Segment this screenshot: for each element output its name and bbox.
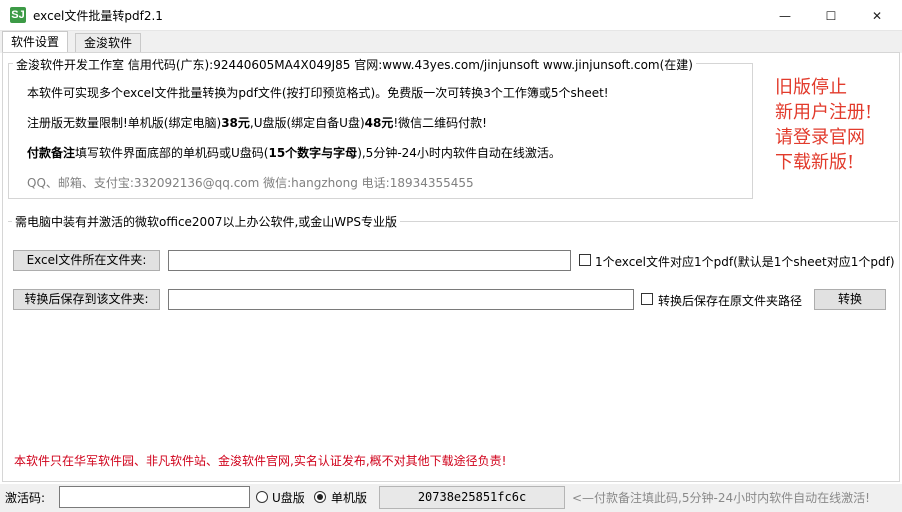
maximize-button[interactable]: ☐ [808, 0, 854, 31]
one-pdf-per-file-checkbox[interactable] [579, 254, 591, 266]
contact-line: QQ、邮箱、支付宝:332092136@qq.com 微信:hangzhong … [27, 176, 474, 190]
info-line-2-text-2: ,U盘版(绑定自备U盘) [249, 116, 365, 130]
window-title: excel文件批量转pdf2.1 [33, 9, 163, 23]
minimize-icon: — [779, 8, 791, 23]
settings-panel: 金浚软件开发工作室 信用代码(广东):92440605MA4X049J85 官网… [2, 52, 900, 482]
code-format: 15个数字与字母 [268, 146, 358, 160]
usb-version-radio[interactable] [256, 491, 268, 503]
activation-bar: 激活码: U盘版 单机版 20738e25851fc6c <—付款备注填此码,5… [0, 484, 902, 512]
price-pc: 38元 [221, 116, 250, 130]
upgrade-notice: 旧版停止 新用户注册! 请登录官网 下载新版! [775, 75, 895, 175]
one-pdf-per-file-label: 1个excel文件对应1个pdf(默认是1个sheet对应1个pdf) [595, 255, 895, 269]
source-folder-button[interactable]: Excel文件所在文件夹: [13, 250, 160, 271]
notice-line-3: 请登录官网 [775, 127, 865, 148]
payment-note-label: 付款备注 [27, 146, 76, 160]
pc-version-radio[interactable] [314, 491, 326, 503]
close-button[interactable]: ✕ [854, 0, 900, 31]
info-group-legend: 金浚软件开发工作室 信用代码(广东):92440605MA4X049J85 官网… [13, 56, 696, 73]
info-group: 金浚软件开发工作室 信用代码(广东):92440605MA4X049J85 官网… [8, 56, 753, 199]
activation-code-input[interactable] [59, 486, 250, 508]
maximize-icon: ☐ [825, 8, 837, 23]
pc-version-label: 单机版 [331, 491, 368, 505]
minimize-button[interactable]: — [762, 0, 808, 31]
notice-line-4: 下载新版! [775, 152, 855, 173]
info-line-3-text: 填写软件界面底部的单机码或U盘码( [75, 146, 269, 160]
convert-button[interactable]: 转换 [814, 289, 886, 310]
price-usb: 48元 [364, 116, 394, 130]
source-folder-input[interactable] [168, 250, 571, 271]
notice-line-1: 旧版停止 [775, 77, 847, 98]
convert-group-legend: 需电脑中装有并激活的微软office2007以上办公软件,或金山WPS专业版 [12, 213, 400, 230]
tab-bar: 软件设置 金浚软件 [0, 31, 902, 53]
app-icon: SJ [10, 7, 26, 23]
info-line-2: 注册版无数量限制!单机版(绑定电脑)38元,U盘版(绑定自备U盘)48元!微信二… [27, 114, 487, 131]
notice-line-2: 新用户注册! [775, 102, 873, 123]
info-line-2-text: 注册版无数量限制!单机版(绑定电脑) [27, 116, 222, 130]
usb-version-label: U盘版 [272, 491, 305, 505]
download-warning: 本软件只在华军软件园、非凡软件站、金浚软件官网,实名认证发布,概不对其他下载途径… [14, 454, 507, 468]
info-line-3-text-2: ),5分钟-24小时内软件自动在线激活。 [357, 146, 561, 160]
close-icon: ✕ [871, 8, 883, 23]
machine-code-hint: <—付款备注填此码,5分钟-24小时内软件自动在线激活! [572, 491, 870, 505]
info-line-3: 付款备注填写软件界面底部的单机码或U盘码(15个数字与字母),5分钟-24小时内… [27, 144, 561, 161]
save-original-path-checkbox[interactable] [641, 293, 653, 305]
info-line-2-text-3: !微信二维码付款! [393, 116, 487, 130]
info-line-1: 本软件可实现多个excel文件批量转换为pdf文件(按打印预览格式)。免费版一次… [27, 86, 609, 100]
activation-code-label: 激活码: [5, 491, 46, 505]
tab-jinjun[interactable]: 金浚软件 [75, 33, 142, 53]
save-original-path-label: 转换后保存在原文件夹路径 [658, 294, 803, 308]
target-folder-input[interactable] [168, 289, 634, 310]
machine-code-field[interactable]: 20738e25851fc6c [379, 486, 565, 509]
tab-settings[interactable]: 软件设置 [2, 31, 69, 53]
target-folder-button[interactable]: 转换后保存到该文件夹: [13, 289, 160, 310]
title-bar: SJ excel文件批量转pdf2.1 — ☐ ✕ [0, 0, 902, 31]
